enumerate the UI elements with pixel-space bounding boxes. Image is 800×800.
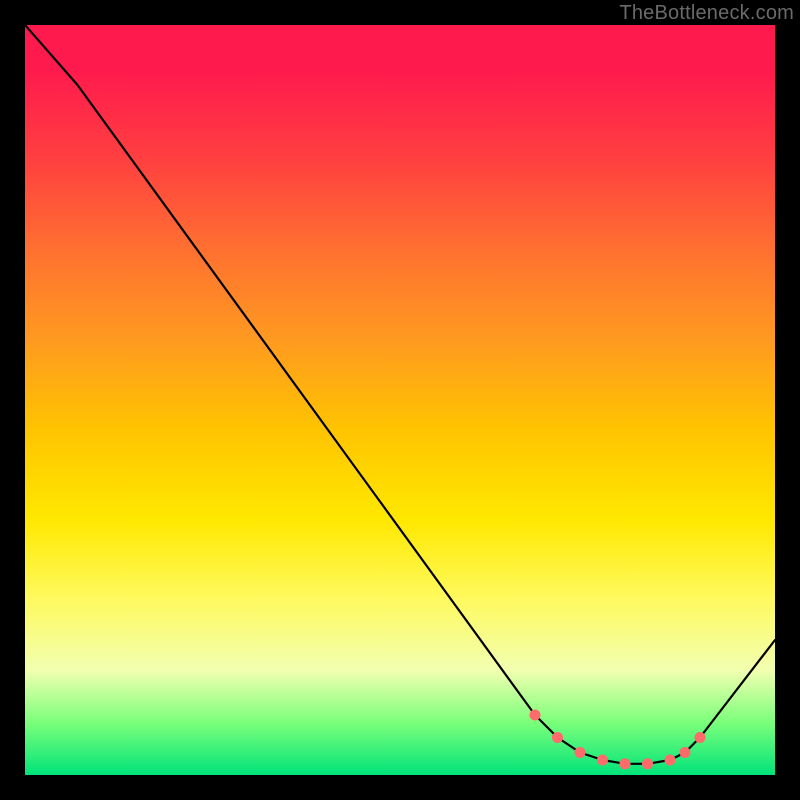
highlight-point bbox=[695, 732, 706, 743]
curve-layer bbox=[25, 25, 775, 775]
highlight-point bbox=[597, 755, 608, 766]
highlight-point bbox=[575, 747, 586, 758]
highlight-point bbox=[530, 710, 541, 721]
highlight-point bbox=[680, 747, 691, 758]
highlight-point bbox=[642, 758, 653, 769]
highlight-point bbox=[620, 758, 631, 769]
chart-frame: TheBottleneck.com bbox=[0, 0, 800, 800]
highlight-point bbox=[552, 732, 563, 743]
highlight-point bbox=[665, 755, 676, 766]
bottleneck-curve-path bbox=[25, 25, 775, 764]
watermark-text: TheBottleneck.com bbox=[619, 2, 794, 25]
plot-area bbox=[25, 25, 775, 775]
highlight-markers bbox=[530, 710, 706, 770]
